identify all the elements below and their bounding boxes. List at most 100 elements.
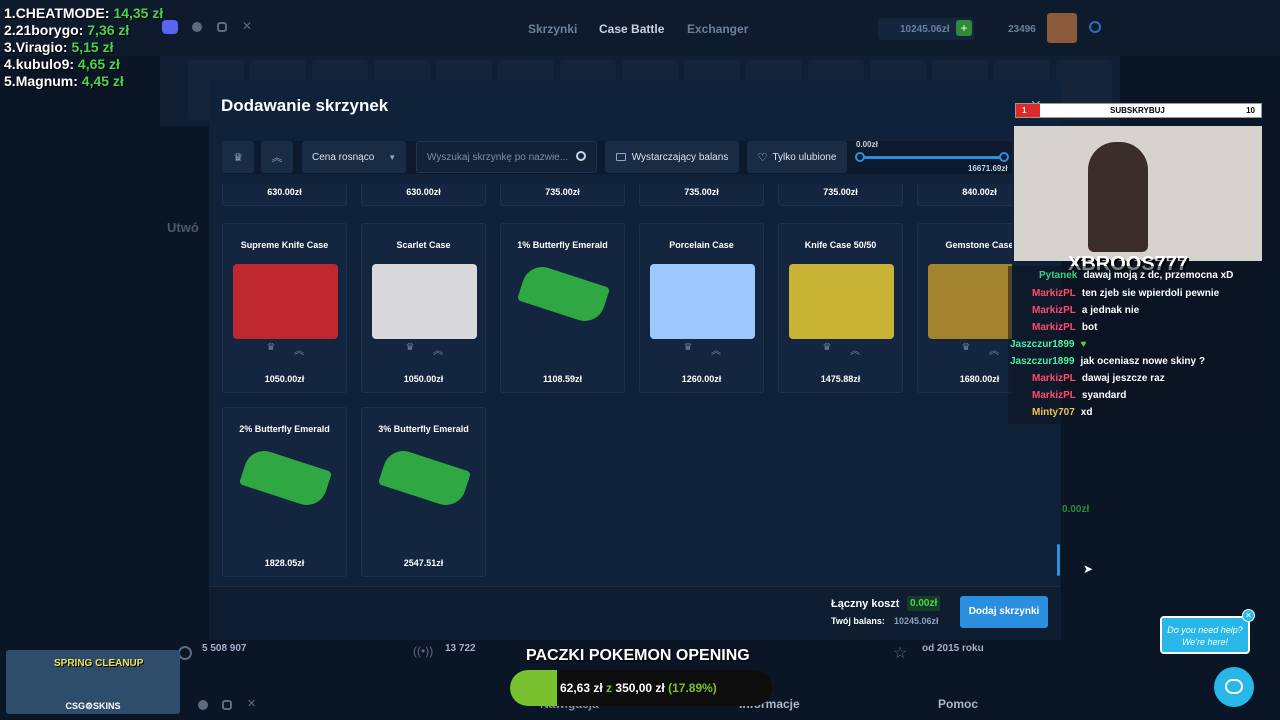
footer-nav-help[interactable]: Pomoc [938,697,978,711]
price-range-track[interactable] [860,156,1004,159]
crown-icon[interactable]: ♛ [958,342,974,356]
case-price: 1050.00zł [264,374,305,384]
case-image [650,264,755,339]
footer-instagram-icon[interactable] [222,700,232,710]
streamer-figure [1088,142,1148,252]
your-balance-label: Twój balans: [831,616,885,626]
search-input[interactable]: Wyszukaj skrzynkę po nazwie... [416,141,597,173]
double-chevron-up-icon[interactable]: ︽ [986,342,1002,357]
your-balance-value: 10245.06zł [894,616,939,626]
case-card-knife-5050[interactable]: Knife Case 50/50 ♛ ︽ 1475.88zł [778,223,903,393]
add-balance-icon[interactable]: + [956,20,972,36]
instagram-icon[interactable] [217,22,227,32]
sufficient-balance-label: Wystarczający balans [631,151,729,163]
case-card-supreme-knife[interactable]: Supreme Knife Case ♛ ︽ 1050.00zł [222,223,347,393]
leader-5: 5.Magnum: 4,45 zł [4,73,124,89]
case-card-partial[interactable]: 840.00zł [917,184,1012,206]
case-card-butterfly-2[interactable]: 2% Butterfly Emerald 1828.05zł [222,407,347,577]
points-pill[interactable]: 23496 [988,18,1040,40]
crown-icon[interactable]: ♛ [819,342,835,356]
case-name: Gemstone Case [945,240,1012,250]
settings-icon[interactable] [1089,21,1101,33]
user-avatar[interactable] [1047,13,1077,43]
chat-message: Minty707 xd [1032,407,1093,418]
modal-title: Dodawanie skrzynek [221,96,389,115]
facebook-icon[interactable] [192,22,202,32]
case-name: 2% Butterfly Emerald [239,424,330,434]
search-placeholder: Wyszukaj skrzynkę po nazwie... [427,151,569,163]
wallet-icon [615,153,626,161]
case-name: 1% Butterfly Emerald [517,240,608,250]
sufficient-balance-toggle[interactable]: Wystarczający balans [605,141,739,173]
help-close-icon[interactable]: ✕ [1242,609,1255,622]
case-price: 735.00zł [684,187,719,197]
crown-icon[interactable]: ♛ [402,342,418,356]
brand-label: CSG⚙SKINS [65,701,121,711]
balance-value: 10245.06zł [900,24,950,35]
range-min-handle[interactable] [855,152,865,162]
cases-grid: 630.00zł 630.00zł 735.00zł 735.00zł 735.… [222,184,1012,578]
crown-icon[interactable]: ♛ [263,342,279,356]
case-card-partial[interactable]: 630.00zł [222,184,347,206]
mouse-cursor-icon: ➤ [1083,562,1094,576]
stat-users: 5 508 907 [202,643,247,654]
crown-icon[interactable]: ♛ [680,342,696,356]
bg-fragment: Utwó [167,220,199,235]
stat-since: od 2015 roku [922,643,984,654]
subscribe-goal: 10 [1246,106,1255,115]
case-image [233,264,338,339]
case-card-partial[interactable]: 630.00zł [361,184,486,206]
case-card-butterfly-3[interactable]: 3% Butterfly Emerald 2547.51zł [361,407,486,577]
case-image [928,264,1012,339]
total-cost-value: 0.00zł [907,596,941,611]
chat-message: MarkizPL syandard [1032,390,1127,401]
progress-text: 62,63 zł z 350,00 zł (17.89%) [560,681,717,695]
add-cases-button[interactable]: Dodaj skrzynki [960,596,1048,628]
case-price: 840.00zł [962,187,997,197]
online-icon: ((•)) [413,644,434,658]
case-card-gemstone[interactable]: Gemstone Case ♛ ︽ 1680.00zł [917,223,1012,393]
case-price: 1108.59zł [542,374,583,384]
double-chevron-up-icon[interactable]: ︽ [430,342,446,357]
donation-progress: 62,63 zł z 350,00 zł (17.89%) [510,670,772,706]
case-price: 1680.00zł [959,374,1000,384]
knife-image [377,445,472,511]
sort-select[interactable]: Cena rosnąco ▼ [302,141,406,173]
footer-facebook-icon[interactable] [198,700,208,710]
crown-icon: ♛ [233,151,243,164]
x-icon[interactable]: ✕ [242,19,252,33]
footer-x-icon[interactable]: ✕ [247,697,256,710]
chat-widget-button[interactable] [1214,667,1254,707]
case-card-partial[interactable]: 735.00zł [639,184,764,206]
nav-exchanger[interactable]: Exchanger [687,22,748,36]
chat-message: MarkizPL ten zjeb sie wpierdoli pewnie [1032,288,1220,299]
double-chevron-up-icon[interactable]: ︽ [708,342,724,357]
case-card-partial[interactable]: 735.00zł [778,184,903,206]
case-card-scarlet[interactable]: Scarlet Case ♛ ︽ 1050.00zł [361,223,486,393]
case-image [789,264,894,339]
spring-cleanup-panel: SPRING CLEANUP CSG⚙SKINS [6,650,180,714]
double-chevron-up-icon[interactable]: ︽ [291,342,307,357]
case-card-partial[interactable]: 735.00zł [500,184,625,206]
case-card-porcelain[interactable]: Porcelain Case ♛ ︽ 1260.00zł [639,223,764,393]
chat-message: MarkizPL bot [1032,322,1098,333]
range-max-handle[interactable] [999,152,1009,162]
rank-filter-button[interactable]: ︽ [261,141,293,173]
nav-case-battle[interactable]: Case Battle [599,22,664,36]
grid-scrollbar[interactable] [1057,544,1060,576]
case-name: Knife Case 50/50 [804,240,877,250]
case-card-butterfly-1[interactable]: 1% Butterfly Emerald 1108.59zł [500,223,625,393]
stat-online: 13 722 [445,643,476,654]
subscribe-bar: 1 SUBSKRYBUJ 10 [1015,103,1262,118]
crown-filter-button[interactable]: ♛ [222,141,254,173]
users-icon [178,646,192,660]
nav-skrzynki[interactable]: Skrzynki [528,22,577,36]
double-chevron-up-icon[interactable]: ︽ [847,342,863,357]
chat-message: Jaszczur1899 jak oceniasz nowe skiny ? [1010,356,1205,367]
case-price: 735.00zł [545,187,580,197]
favorites-only-toggle[interactable]: ♡ Tylko ulubione [747,141,847,173]
heart-emote-icon: ♥ [1080,339,1087,350]
discord-icon[interactable] [162,20,178,34]
help-bubble[interactable]: Do you need help? We're here! [1160,616,1250,654]
donation-progress-fill [510,670,557,706]
